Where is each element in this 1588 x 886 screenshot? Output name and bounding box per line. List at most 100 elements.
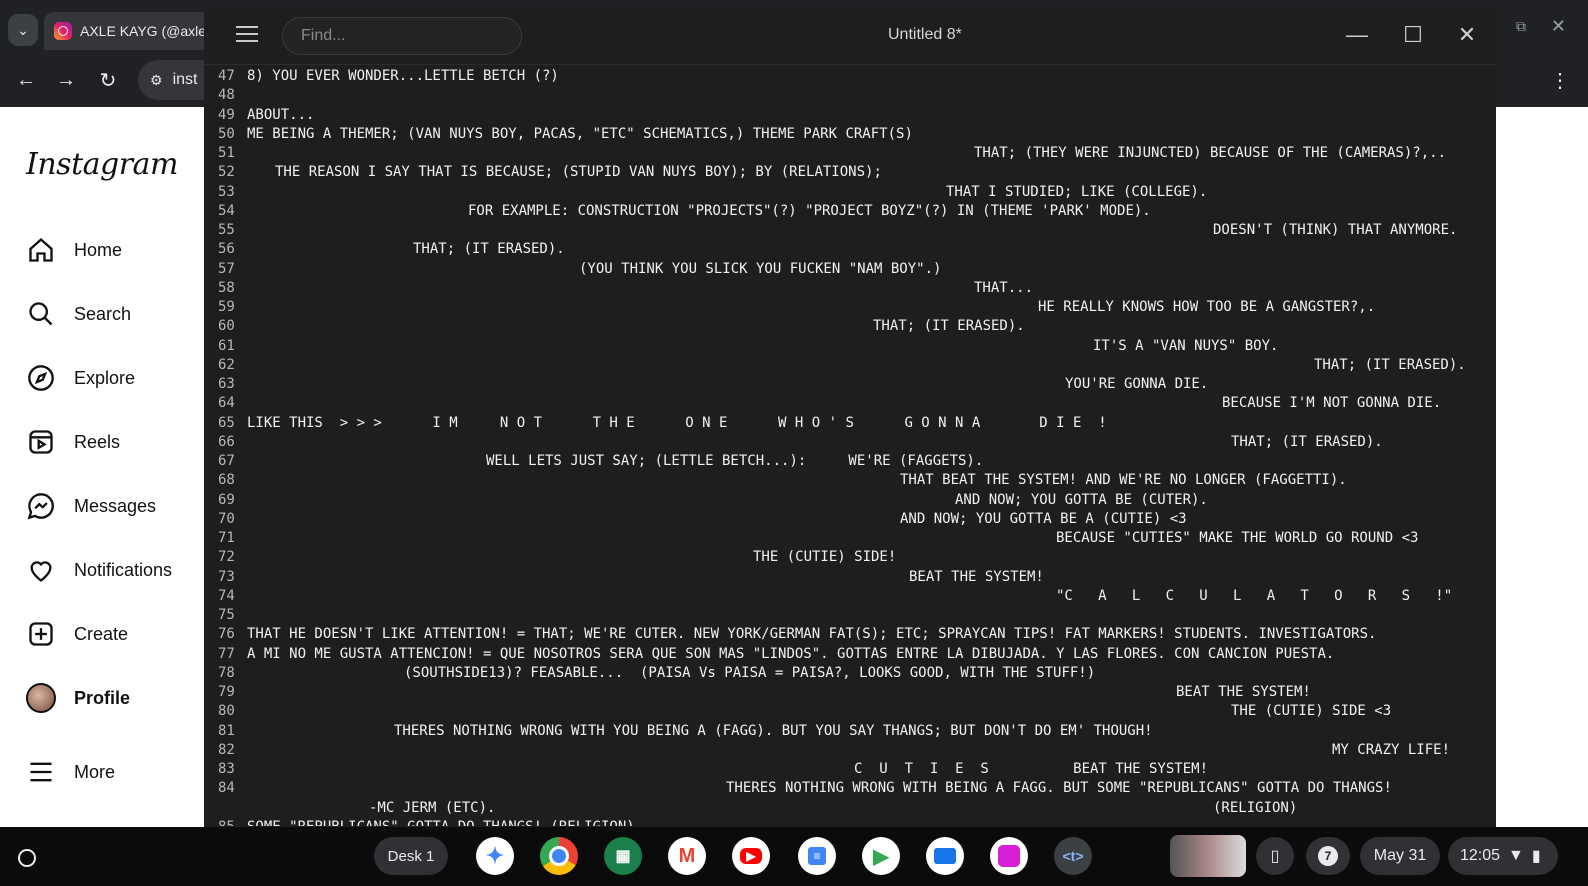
status-area[interactable]: 12:05 ▼ ▮ (1448, 837, 1558, 875)
menu-icon[interactable] (236, 26, 258, 42)
code-line[interactable]: 85 SOME "REPUBLICANS" GOTTA DO THANGS! (R… (204, 819, 1496, 826)
tab-search-button[interactable]: ⌄ (8, 14, 38, 46)
text-editor-icon[interactable]: <t> (1054, 837, 1092, 875)
code-line[interactable]: 61 IT'S A "VAN NUYS" BOY. (204, 338, 1496, 357)
code-line[interactable]: 65 LIKE THIS > > > I M N O T T H E O N E … (204, 415, 1496, 434)
code-line[interactable]: 50 ME BEING A THEMER; (VAN NUYS BOY, PACA… (204, 126, 1496, 145)
browser-tab[interactable]: AXLE KAYG (@axles (44, 12, 214, 50)
code-line[interactable]: 72 THE (CUTIE) SIDE! (204, 549, 1496, 568)
code-line[interactable]: 78 (SOUTHSIDE13)? FEASABLE... (PAISA Vs P… (204, 665, 1496, 684)
files-icon[interactable] (926, 837, 964, 875)
date-display[interactable]: May 31 (1360, 837, 1440, 875)
code-line[interactable]: 53 THAT I STUDIED; LIKE (COLLEGE). (204, 184, 1496, 203)
desk-button[interactable]: Desk 1 (374, 837, 448, 875)
code-line[interactable]: 58 THAT... (204, 280, 1496, 299)
code-line[interactable]: 51 THAT; (THEY WERE INJUNCTED) BECAUSE OF… (204, 145, 1496, 164)
code-line[interactable]: 74 "C A L C U L A T O R S !" (204, 588, 1496, 607)
code-line[interactable]: 63 YOU'RE GONNA DIE. (204, 376, 1496, 395)
code-line[interactable]: 80 THE (CUTIE) SIDE <3 (204, 703, 1496, 722)
nav-search[interactable]: Search (26, 299, 131, 329)
nav-explore[interactable]: Explore (26, 363, 135, 393)
nav-messages-label: Messages (74, 495, 157, 516)
minimize-icon[interactable]: — (1344, 22, 1370, 48)
code-line[interactable]: 57 (YOU THINK YOU SLICK YOU FUCKEN "NAM B… (204, 261, 1496, 280)
code-line[interactable]: 66 THAT; (IT ERASED). (204, 434, 1496, 453)
reload-icon[interactable]: ↻ (92, 64, 124, 96)
nav-profile[interactable]: Profile (26, 683, 130, 713)
search-icon (26, 299, 56, 329)
code-line[interactable]: 71 BECAUSE "CUTIES" MAKE THE WORLD GO ROU… (204, 530, 1496, 549)
code-line[interactable]: 79 BEAT THE SYSTEM! (204, 684, 1496, 703)
code-area[interactable]: 47 8) YOU EVER WONDER...LETTLE BETCH (?) 4… (204, 66, 1496, 826)
code-line[interactable]: 70 AND NOW; YOU GOTTA BE A (CUTIE) <3 (204, 511, 1496, 530)
code-line[interactable]: 84 THERES NOTHING WRONG WITH BEING A FAGG… (204, 780, 1496, 799)
line-number: 64 (218, 395, 235, 412)
launcher-button[interactable] (8, 839, 46, 877)
chrome-icon[interactable] (540, 837, 578, 875)
code-line[interactable]: 60 THAT; (IT ERASED). (204, 318, 1496, 337)
holding-space-thumbnail[interactable] (1170, 835, 1246, 877)
line-number: 68 (218, 472, 235, 489)
code-line[interactable]: 59 HE REALLY KNOWS HOW TOO BE A GANGSTER?… (204, 299, 1496, 318)
code-line[interactable]: 49 ABOUT... (204, 107, 1496, 126)
nav-notifications[interactable]: Notifications (26, 555, 172, 585)
find-input[interactable]: Find... (282, 17, 522, 55)
code-line[interactable]: 75 (204, 607, 1496, 626)
notification-counter[interactable]: 7 (1306, 837, 1350, 875)
code-line[interactable]: 77 A MI NO ME GUSTA ATTENCION! = QUE NOSO… (204, 646, 1496, 665)
nav-create[interactable]: Create (26, 619, 128, 649)
gmail-icon[interactable]: M (668, 837, 706, 875)
line-number: 57 (218, 260, 235, 277)
code-line[interactable]: 55 DOESN'T (THINK) THAT ANYMORE. (204, 222, 1496, 241)
code-line[interactable]: 54 FOR EXAMPLE: CONSTRUCTION "PROJECTS"(?… (204, 203, 1496, 222)
instagram-logo[interactable]: Instagram (26, 147, 178, 182)
code-line[interactable]: 47 8) YOU EVER WONDER...LETTLE BETCH (?) (204, 68, 1496, 87)
code-line[interactable]: (RELIGION) (204, 800, 1496, 819)
code-line[interactable]: 76 THAT HE DOESN'T LIKE ATTENTION! = THAT… (204, 626, 1496, 645)
forward-arrow-icon[interactable]: → (50, 64, 82, 96)
code-line[interactable]: 81 THERES NOTHING WRONG WITH YOU BEING A … (204, 723, 1496, 742)
code-line[interactable]: 67 WELL LETS JUST SAY; (LETTLE BETCH...):… (204, 453, 1496, 472)
code-line[interactable]: 82 MY CRAZY LIFE! (204, 742, 1496, 761)
line-number: 70 (218, 510, 235, 527)
code-line[interactable]: 56 THAT; (IT ERASED). (204, 241, 1496, 260)
line-text: (RELIGION) (1213, 799, 1298, 816)
docs-icon[interactable]: ≡ (798, 837, 836, 875)
nav-reels[interactable]: Reels (26, 427, 120, 457)
gemini-icon[interactable]: ✦ (476, 837, 514, 875)
nav-home[interactable]: Home (26, 235, 122, 265)
nav-more-label: More (74, 761, 116, 782)
back-arrow-icon[interactable]: ← (10, 64, 42, 96)
close-window-icon[interactable]: ✕ (1551, 16, 1566, 37)
nav-more[interactable]: More (26, 757, 115, 787)
code-line[interactable]: 69 AND NOW; YOU GOTTA BE (CUTER). (204, 492, 1496, 511)
code-line[interactable]: 48 (204, 87, 1496, 106)
maximize-icon[interactable]: ☐ (1400, 22, 1426, 48)
line-number: 82 (218, 741, 235, 758)
code-line[interactable]: 62 THAT; (IT ERASED). (204, 357, 1496, 376)
code-line[interactable]: 68 THAT BEAT THE SYSTEM! AND WE'RE NO LON… (204, 472, 1496, 491)
line-number: 50 (218, 125, 235, 142)
line-text: THAT; (THEY WERE INJUNCTED) BECAUSE OF T… (974, 145, 1447, 161)
code-line[interactable]: 52 THE REASON I SAY THAT IS BECAUSE; (STU… (204, 164, 1496, 183)
nav-messages[interactable]: Messages (26, 491, 156, 521)
phone-hub-icon[interactable]: ▯ (1256, 837, 1294, 875)
nav-reels-label: Reels (74, 431, 121, 452)
more-menu-icon[interactable]: ⋮ (1550, 68, 1570, 93)
code-line[interactable]: 73 BEAT THE SYSTEM! (204, 569, 1496, 588)
code-line[interactable]: 83 C U T I E S BEAT THE SYSTEM! (204, 761, 1496, 780)
line-number: 62 (218, 356, 235, 373)
line-number: 48 (218, 87, 235, 104)
reels-icon (26, 427, 56, 457)
youtube-icon[interactable]: ▶ (732, 837, 770, 875)
site-settings-icon[interactable]: ⚙ (150, 72, 163, 89)
restore-window-icon[interactable]: ⧉ (1516, 18, 1526, 35)
apps-grid-icon[interactable]: ▦ (604, 837, 642, 875)
line-number: 49 (218, 106, 235, 123)
line-number: 81 (218, 722, 235, 739)
play-store-icon[interactable]: ▶ (862, 837, 900, 875)
gallery-icon[interactable] (990, 837, 1028, 875)
line-text: THAT BEAT THE SYSTEM! AND WE'RE NO LONGE… (900, 472, 1347, 489)
close-icon[interactable]: ✕ (1454, 22, 1480, 48)
code-line[interactable]: 64 BECAUSE I'M NOT GONNA DIE. (204, 395, 1496, 414)
